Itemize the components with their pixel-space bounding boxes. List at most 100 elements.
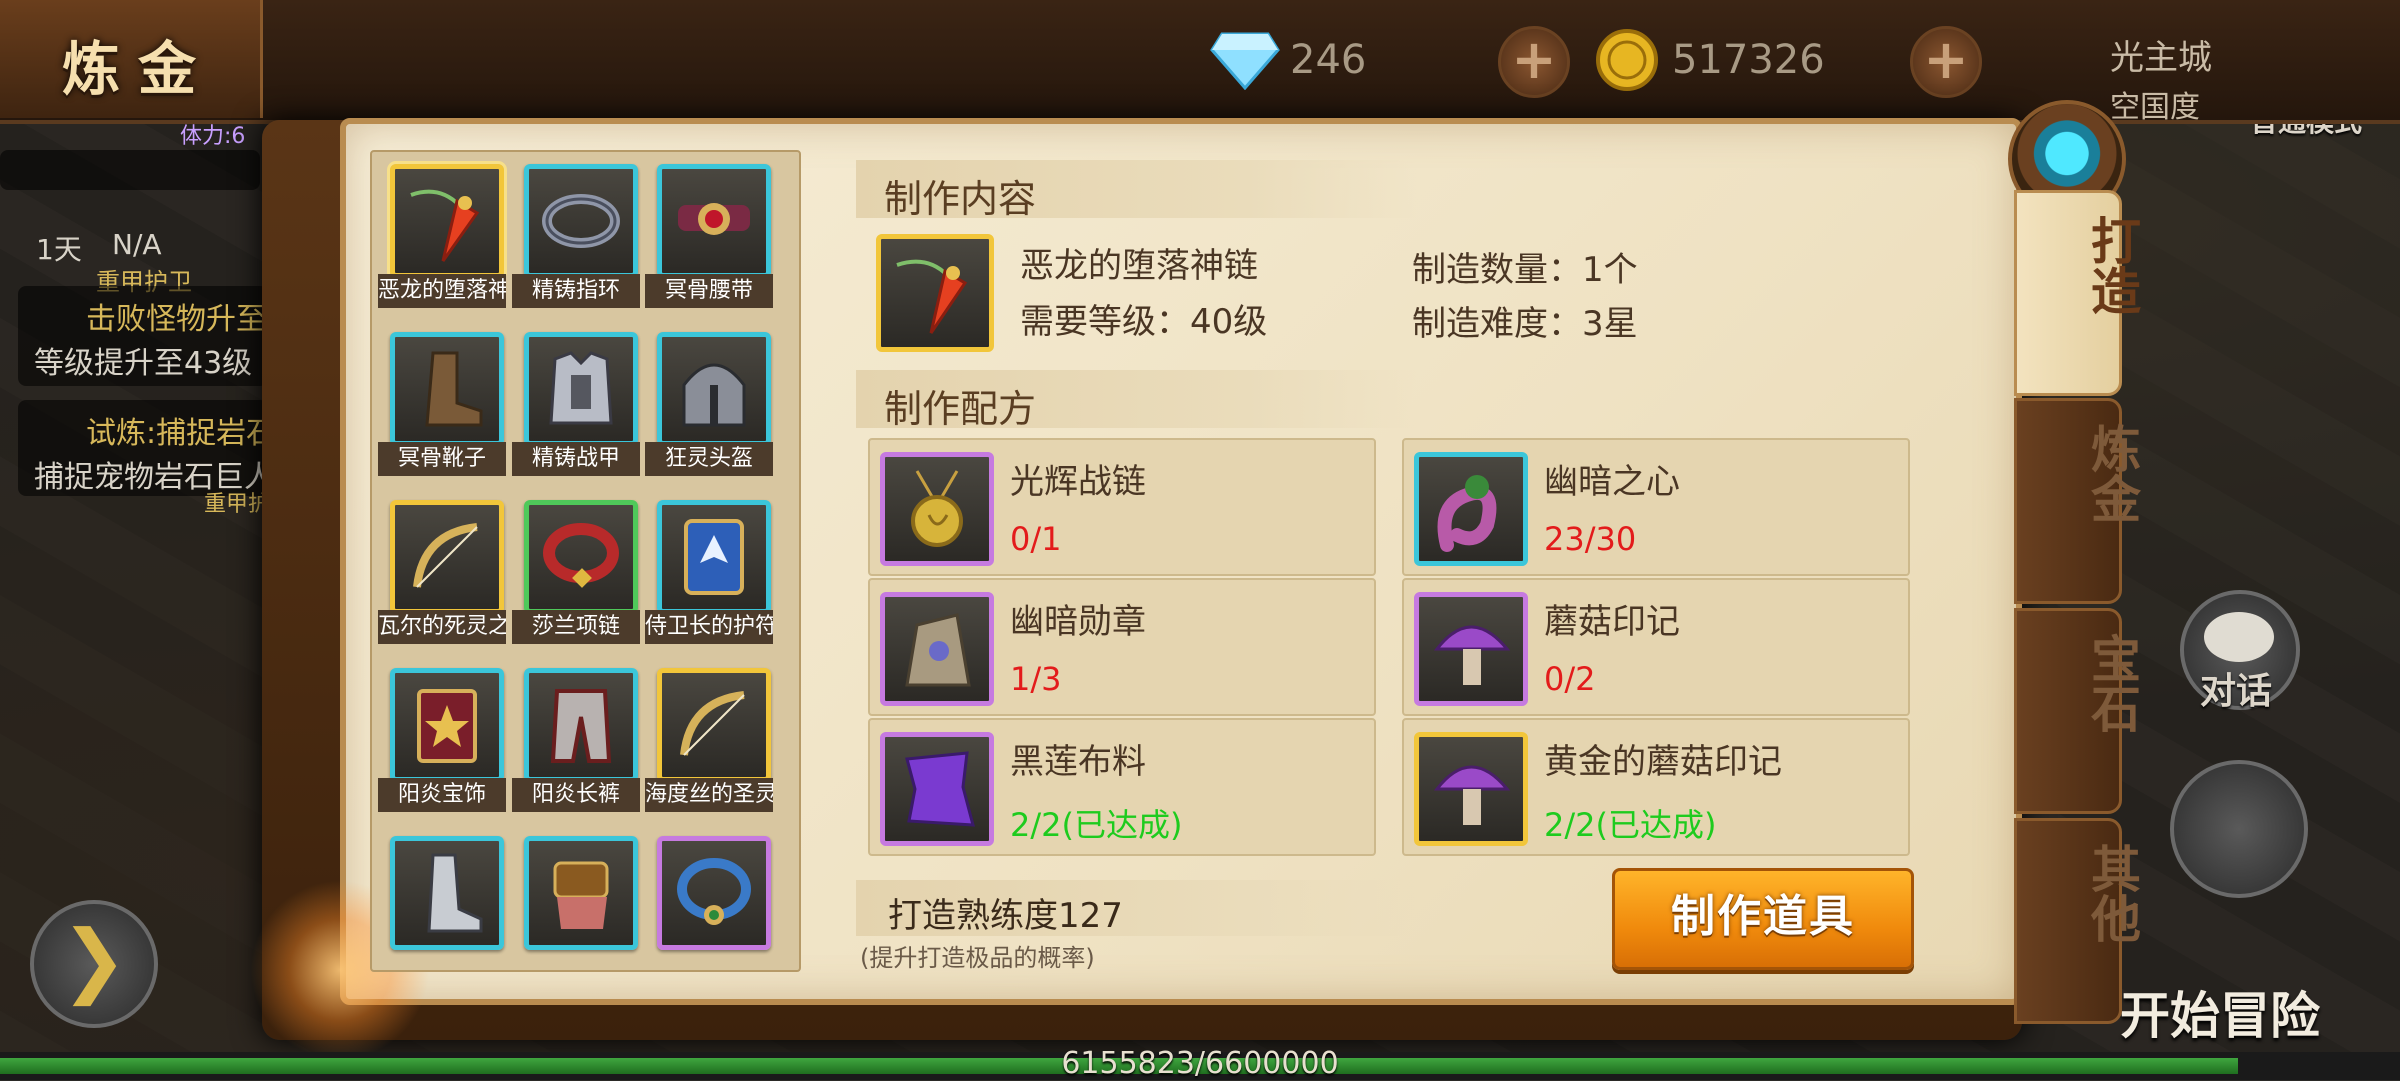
item-slot-name: 狂灵头盔 — [645, 442, 773, 476]
material-icon-frame — [1414, 592, 1528, 706]
item-slot[interactable] — [643, 822, 775, 982]
mushroom-icon — [1433, 625, 1511, 685]
item-slot-icon-frame[interactable] — [657, 668, 771, 782]
item-slot[interactable]: 阳炎长裤 — [510, 654, 642, 814]
item-slot[interactable]: 精铸指环 — [510, 150, 642, 310]
cloth-icon — [905, 751, 975, 827]
diamond-value: 246 — [1290, 37, 1367, 83]
item-slot[interactable]: 狂灵头盔 — [643, 318, 775, 478]
tab-alchemy-label: 炼金 — [2083, 423, 2141, 523]
helmet-icon — [682, 363, 746, 427]
recipe-material[interactable]: 蘑菇印记 0/2 — [1402, 578, 1910, 716]
craft-quantity: 制造数量：1个 — [1412, 250, 1638, 290]
experience-text: 6155823/6600000 — [1061, 1046, 1339, 1081]
bow-icon — [680, 691, 745, 756]
recipe-header-label: 制作配方 — [884, 387, 1037, 431]
item-slot[interactable]: 冥骨腰带 — [643, 150, 775, 310]
tab-gems-label: 宝石 — [2083, 633, 2141, 733]
tentacle-icon — [1437, 475, 1497, 552]
item-slot-icon-frame[interactable] — [390, 668, 504, 782]
tab-forge[interactable]: 打造 — [2014, 190, 2141, 396]
material-count: 2/2(已达成) — [1010, 806, 1183, 844]
material-count: 0/1 — [1010, 520, 1062, 558]
item-slot[interactable]: 海度丝的圣灵之弓 — [643, 654, 775, 814]
material-name: 幽暗勋章 — [1010, 602, 1146, 642]
recipe-material[interactable]: 黄金的蘑菇印记 2/2(已达成) — [1402, 718, 1910, 856]
gold-value: 517326 — [1672, 37, 1825, 83]
item-slot-icon-frame[interactable] — [524, 668, 638, 782]
material-name: 幽暗之心 — [1544, 462, 1680, 502]
recipe-material[interactable]: 光辉战链 0/1 — [868, 438, 1376, 576]
bow-icon — [413, 523, 478, 588]
item-slot[interactable]: 莎兰项链 — [510, 486, 642, 646]
item-slot[interactable]: 瓦尔的死灵之弓 — [376, 486, 508, 646]
item-slot[interactable] — [376, 822, 508, 982]
material-icon-frame — [1414, 452, 1528, 566]
tab-other-label: 其他 — [2083, 843, 2141, 943]
item-slot-icon-frame[interactable] — [390, 500, 504, 614]
item-slot-icon-frame[interactable] — [390, 164, 504, 278]
item-slot-name: 恶龙的堕落神链 — [378, 274, 506, 308]
item-slot[interactable] — [510, 822, 642, 982]
area-name-2: 空国度 — [2110, 90, 2200, 125]
collar-icon — [543, 523, 619, 588]
item-slot-icon-frame[interactable] — [524, 500, 638, 614]
item-slot-icon-frame[interactable] — [657, 332, 771, 446]
item-slot-icon-frame[interactable] — [657, 164, 771, 278]
item-slot-icon-frame[interactable] — [524, 332, 638, 446]
gold-coin-icon — [1592, 25, 1662, 95]
material-icon-frame — [1414, 732, 1528, 846]
item-slot[interactable]: 恶龙的堕落神链 — [376, 150, 508, 310]
item-slot-name: 瓦尔的死灵之弓 — [378, 610, 506, 644]
tab-alchemy[interactable]: 炼金 — [2014, 398, 2141, 604]
item-slot[interactable]: 精铸战甲 — [510, 318, 642, 478]
make-item-button[interactable]: 制作道具 — [1612, 868, 1914, 970]
level-requirement: 需要等级：40级 — [1020, 302, 1268, 342]
side-tabs: 打造 炼金 宝石 其他 — [2002, 100, 2141, 1040]
selected-item-name: 恶龙的堕落神链 — [1020, 246, 1258, 286]
material-name: 光辉战链 — [1010, 462, 1146, 502]
recipe-material[interactable]: 幽暗勋章 1/3 — [868, 578, 1376, 716]
gold-counter: 517326 — [1592, 20, 1825, 100]
gauntlet-icon — [553, 861, 609, 929]
content-header: 制作内容 — [856, 160, 1416, 221]
tab-other[interactable]: 其他 — [2014, 818, 2141, 1024]
item-slot-icon-frame[interactable] — [524, 164, 638, 278]
material-name: 黑莲布料 — [1010, 742, 1146, 782]
item-slot-icon-frame[interactable] — [657, 500, 771, 614]
item-slot-icon-frame[interactable] — [657, 836, 771, 950]
recipe-material[interactable]: 幽暗之心 23/30 — [1402, 438, 1910, 576]
sword-emblem-button[interactable] — [2170, 760, 2308, 898]
item-slot-icon-frame[interactable] — [390, 836, 504, 950]
play-arrow-button[interactable]: ❯ — [30, 900, 158, 1028]
belt-icon — [678, 203, 750, 235]
pendant-icon — [410, 189, 480, 262]
pendant-icon — [896, 259, 968, 334]
quest1-title: 击败怪物升至 — [86, 302, 266, 337]
content-header-label: 制作内容 — [884, 177, 1037, 221]
add-diamond-button[interactable]: + — [1498, 26, 1570, 98]
medallion-icon — [911, 470, 963, 547]
item-slot[interactable]: 侍卫长的护符 — [643, 486, 775, 646]
item-slot-icon-frame[interactable] — [390, 332, 504, 446]
speech-bubble-icon — [2204, 612, 2274, 662]
tab-gems[interactable]: 宝石 — [2014, 608, 2141, 814]
buff-na: N/A — [112, 228, 162, 261]
quest2-title: 试炼:捕捉岩石 — [86, 416, 277, 451]
charm-icon — [684, 519, 744, 595]
diamond-counter: 246 — [1210, 20, 1366, 100]
chat-label: 对话 — [2200, 671, 2273, 712]
material-count: 2/2(已达成) — [1544, 806, 1717, 844]
item-slot[interactable]: 冥骨靴子 — [376, 318, 508, 478]
proficiency-label: 打造熟练度127 — [888, 896, 1123, 936]
start-adventure-label[interactable]: 开始冒险 — [2120, 976, 2320, 1048]
add-gold-button[interactable]: + — [1910, 26, 1982, 98]
item-slot-icon-frame[interactable] — [524, 836, 638, 950]
item-slot-name: 海度丝的圣灵之弓 — [645, 778, 773, 812]
recipe-material[interactable]: 黑莲布料 2/2(已达成) — [868, 718, 1376, 856]
material-name: 蘑菇印记 — [1544, 602, 1680, 642]
book-icon — [417, 689, 477, 763]
item-slot-name: 精铸战甲 — [512, 442, 640, 476]
item-slot[interactable]: 阳炎宝饰 — [376, 654, 508, 814]
pants-icon — [550, 689, 612, 763]
